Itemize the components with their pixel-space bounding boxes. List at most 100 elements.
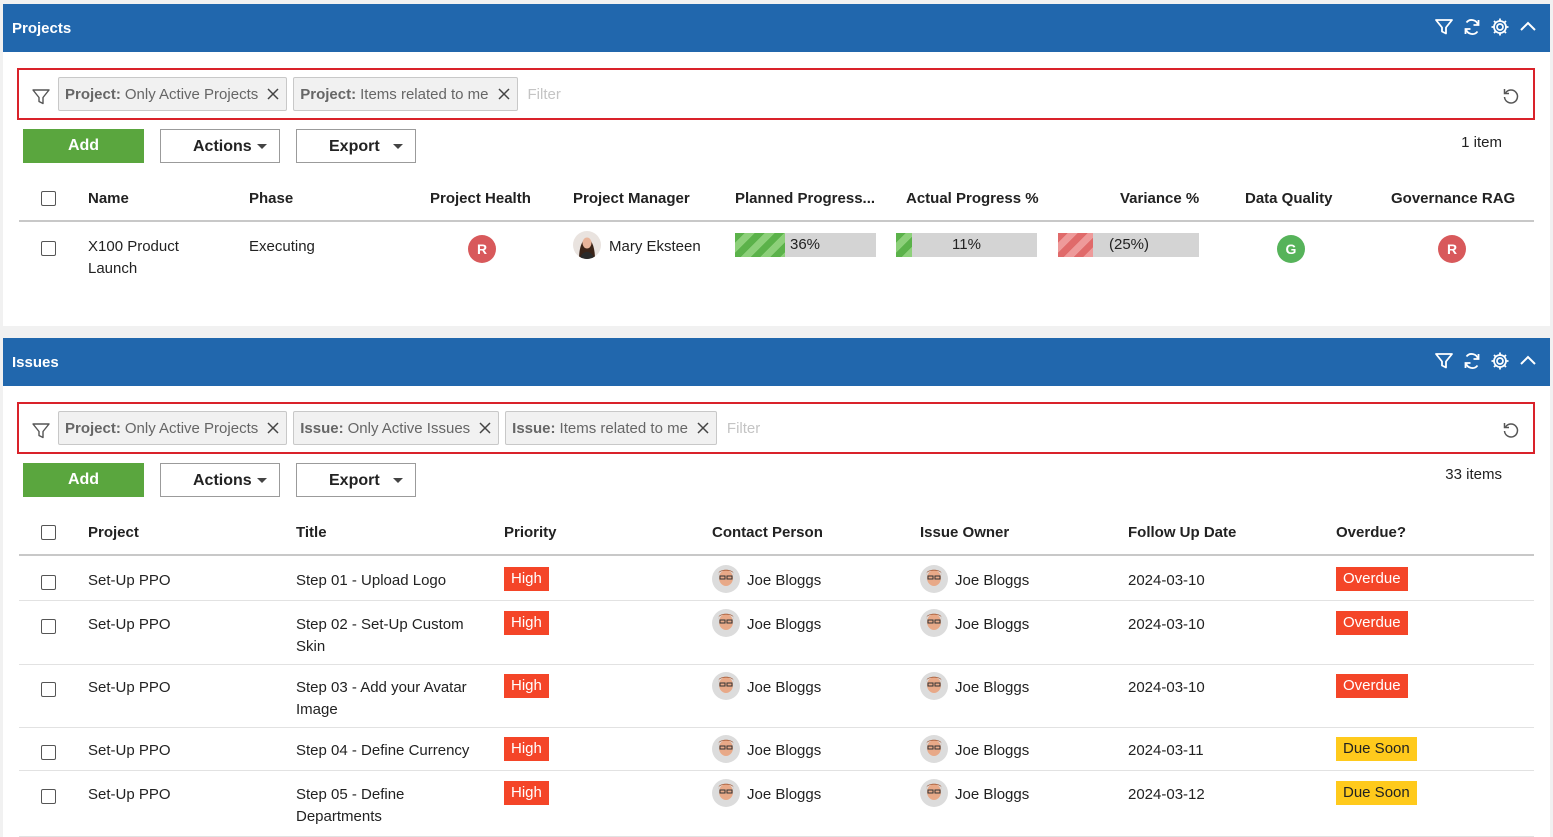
overdue-badge: Overdue: [1336, 567, 1408, 591]
projects-panel: Projects Project: Only Active Projects P…: [3, 4, 1550, 326]
chevron-up-icon[interactable]: [1518, 17, 1538, 37]
table-row[interactable]: Set-Up PPO Step 05 - Define Departments …: [19, 772, 1534, 837]
filter-chip[interactable]: Issue: Items related to me: [505, 411, 717, 445]
column-header[interactable]: Name: [88, 190, 129, 207]
add-button[interactable]: Add: [23, 463, 144, 497]
reset-icon[interactable]: [1501, 420, 1521, 440]
row-checkbox[interactable]: [41, 619, 56, 634]
priority-badge: High: [504, 737, 549, 761]
owner-avatar: [920, 609, 948, 637]
chip-key: Project:: [65, 85, 121, 103]
filter-chip[interactable]: Issue: Only Active Issues: [293, 411, 500, 445]
issue-title[interactable]: Step 03 - Add your Avatar Image: [296, 677, 496, 721]
owner-avatar: [920, 672, 948, 700]
chip-value: Only Active Projects: [124, 85, 259, 103]
filter-input[interactable]: [523, 79, 824, 109]
column-header[interactable]: Planned Progress...: [735, 190, 875, 207]
title-line: Skin: [296, 638, 326, 655]
table-row[interactable]: Set-Up PPO Step 02 - Set-Up Custom Skin …: [19, 602, 1534, 665]
filter-icon[interactable]: [31, 87, 51, 107]
chip-key: Project:: [300, 85, 357, 103]
progress-label: 11%: [952, 236, 981, 253]
contact-person: Joe Bloggs: [747, 572, 822, 589]
due-soon-badge: Due Soon: [1336, 781, 1417, 805]
filter-chip[interactable]: Project: Only Active Projects: [58, 77, 288, 111]
filter-icon[interactable]: [31, 421, 51, 441]
close-icon[interactable]: [478, 421, 492, 435]
actions-button[interactable]: Actions: [160, 463, 280, 497]
row-checkbox[interactable]: [41, 575, 56, 590]
close-icon[interactable]: [696, 421, 710, 435]
filter-input[interactable]: [722, 413, 1023, 443]
export-button[interactable]: Export: [296, 129, 416, 163]
column-header[interactable]: Data Quality: [1245, 190, 1333, 207]
chip-value: Only Active Projects: [124, 419, 259, 437]
title-line: Step 03 - Add your Avatar: [296, 679, 467, 696]
table-row[interactable]: Set-Up PPO Step 03 - Add your Avatar Ima…: [19, 665, 1534, 728]
issue-title[interactable]: Step 04 - Define Currency: [296, 740, 496, 762]
project-name[interactable]: X100 Product Launch: [88, 236, 179, 280]
chevron-up-icon[interactable]: [1518, 351, 1538, 371]
refresh-icon[interactable]: [1462, 351, 1482, 371]
priority-badge: High: [504, 611, 549, 635]
issues-header: Issues: [3, 338, 1550, 386]
column-header[interactable]: Project: [88, 524, 139, 541]
contact-person: Joe Bloggs: [747, 616, 822, 633]
issue-project[interactable]: Set-Up PPO: [88, 614, 171, 636]
issue-project[interactable]: Set-Up PPO: [88, 677, 171, 699]
reset-icon[interactable]: [1501, 86, 1521, 106]
column-header[interactable]: Variance %: [1120, 190, 1199, 207]
issues-panel: Issues Project: Only Active Projects Iss…: [3, 338, 1550, 837]
planned-progress-bar: 36%: [735, 233, 876, 257]
select-all-checkbox[interactable]: [41, 191, 56, 206]
row-checkbox[interactable]: [41, 241, 56, 256]
follow-up-date: 2024-03-10: [1128, 616, 1205, 633]
row-checkbox[interactable]: [41, 682, 56, 697]
column-header[interactable]: Project Manager: [573, 190, 690, 207]
contact-person: Joe Bloggs: [747, 786, 822, 803]
gear-icon[interactable]: [1490, 351, 1510, 371]
close-icon[interactable]: [497, 87, 511, 101]
column-header[interactable]: Governance RAG: [1391, 190, 1515, 207]
row-checkbox[interactable]: [41, 745, 56, 760]
close-icon[interactable]: [266, 421, 280, 435]
filter-chips: Project: Only Active Projects Issue: Onl…: [58, 411, 1023, 445]
select-all-checkbox[interactable]: [41, 525, 56, 540]
issue-owner: Joe Bloggs: [955, 616, 1030, 633]
column-header[interactable]: Project Health: [430, 190, 531, 207]
column-header[interactable]: Follow Up Date: [1128, 524, 1236, 541]
export-button[interactable]: Export: [296, 463, 416, 497]
issue-project[interactable]: Set-Up PPO: [88, 570, 171, 592]
gear-icon[interactable]: [1490, 17, 1510, 37]
table-row[interactable]: Set-Up PPO Step 04 - Define Currency Hig…: [19, 728, 1534, 771]
actions-button[interactable]: Actions: [160, 129, 280, 163]
issue-title[interactable]: Step 05 - Define Departments: [296, 784, 491, 828]
issue-project[interactable]: Set-Up PPO: [88, 740, 171, 762]
column-header[interactable]: Issue Owner: [920, 524, 1009, 541]
table-row[interactable]: X100 Product Launch Executing R Mary Eks…: [19, 224, 1534, 294]
filter-chip[interactable]: Project: Items related to me: [293, 77, 518, 111]
column-header[interactable]: Title: [296, 524, 327, 541]
close-icon[interactable]: [266, 87, 280, 101]
filter-icon[interactable]: [1434, 351, 1454, 371]
issue-title[interactable]: Step 01 - Upload Logo: [296, 570, 491, 592]
row-checkbox[interactable]: [41, 789, 56, 804]
column-header[interactable]: Priority: [504, 524, 557, 541]
governance-rag-indicator: R: [1438, 235, 1466, 263]
table-row[interactable]: Set-Up PPO Step 01 - Upload Logo High Jo…: [19, 558, 1534, 601]
column-header[interactable]: Contact Person: [712, 524, 823, 541]
contact-avatar: [712, 779, 740, 807]
actual-progress-bar: 11%: [896, 233, 1037, 257]
filter-icon[interactable]: [1434, 17, 1454, 37]
refresh-icon[interactable]: [1462, 17, 1482, 37]
column-header[interactable]: Phase: [249, 190, 293, 207]
column-header[interactable]: Overdue?: [1336, 524, 1406, 541]
add-button[interactable]: Add: [23, 129, 144, 163]
variance-label: (25%): [1109, 236, 1150, 253]
follow-up-date: 2024-03-11: [1128, 742, 1204, 759]
filter-chip[interactable]: Project: Only Active Projects: [58, 411, 288, 445]
issue-title[interactable]: Step 02 - Set-Up Custom Skin: [296, 614, 491, 658]
chip-value: Only Active Issues: [347, 419, 471, 437]
column-header[interactable]: Actual Progress %: [906, 190, 1039, 207]
issue-project[interactable]: Set-Up PPO: [88, 784, 171, 806]
